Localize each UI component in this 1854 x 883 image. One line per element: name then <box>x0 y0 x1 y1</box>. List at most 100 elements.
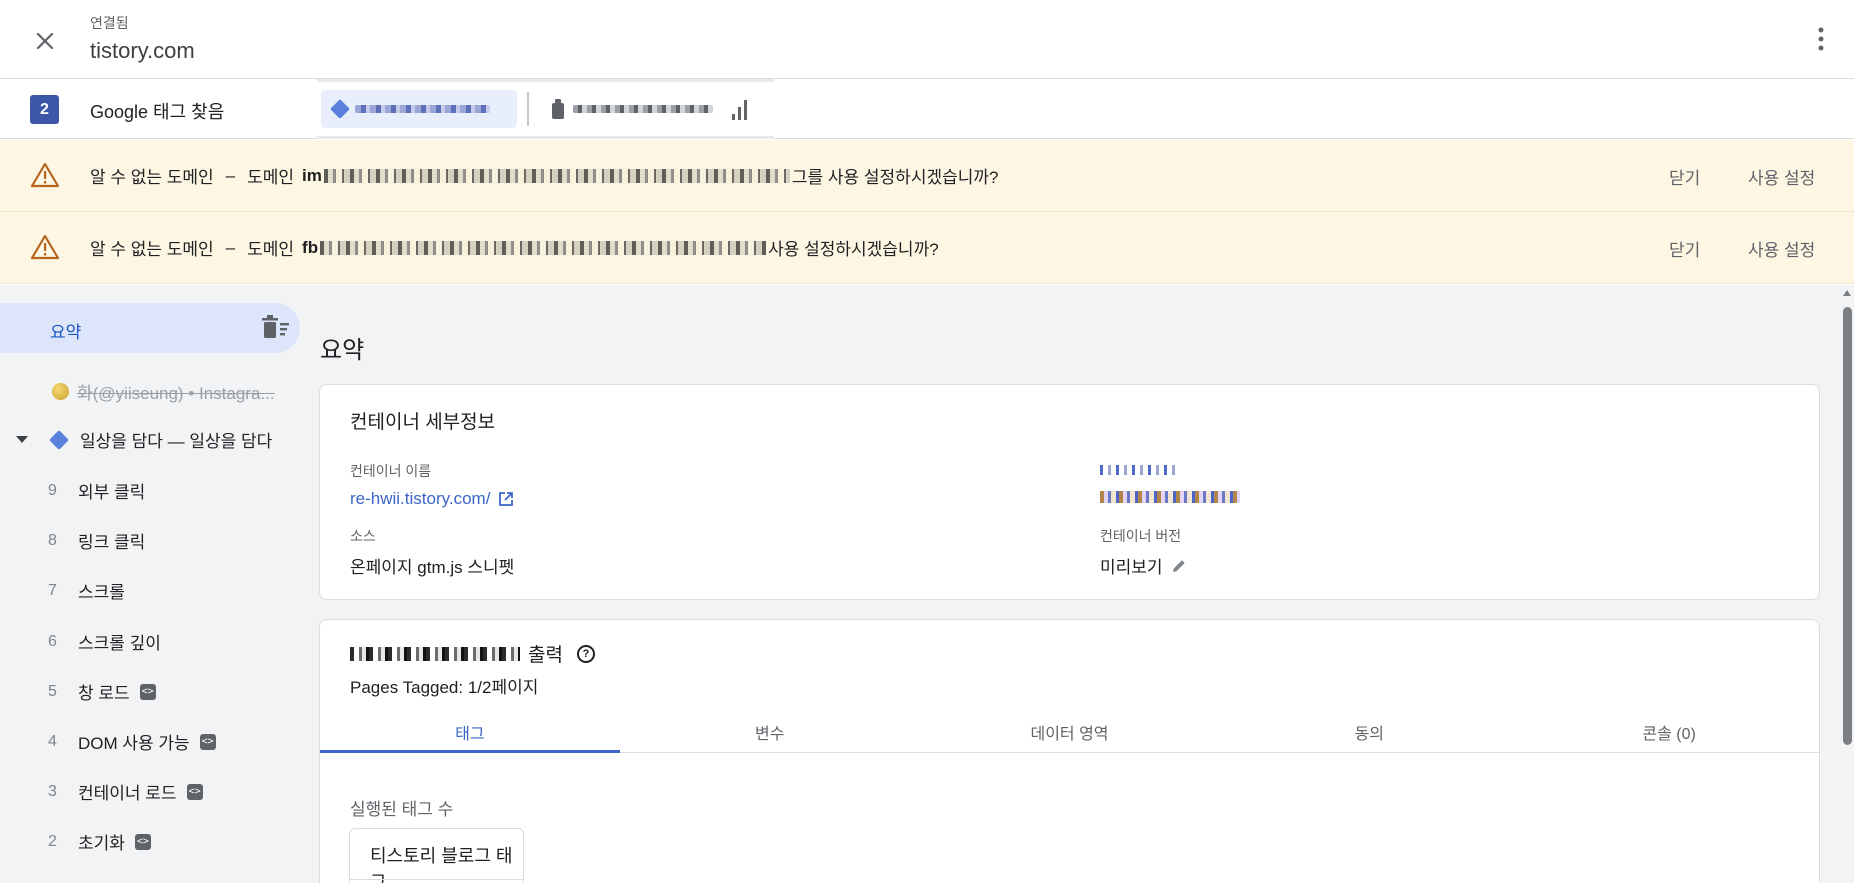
container-name-label: 컨테이너 이름 <box>350 463 432 479</box>
container-version-value: 미리보기 <box>1100 553 1187 578</box>
event-number: 8 <box>48 531 57 549</box>
tab-data-layer[interactable]: 데이터 영역 <box>920 707 1220 752</box>
event-label: 스크롤 <box>78 583 125 602</box>
sidebar-page-current[interactable]: 일상을 담다 — 일상을 담다 <box>16 427 272 452</box>
tags-found-row: 2 Google 태그 찾음 <box>0 79 1854 139</box>
container-output-card: 출력 ? Pages Tagged: 1/2페이지 태그 변수 데이터 영역 동… <box>319 619 1820 883</box>
scrollbar-thumb[interactable] <box>1843 307 1852 745</box>
event-number: 7 <box>48 581 57 599</box>
event-label: 창 로드 <box>78 684 130 703</box>
code-icon: <> <box>134 833 151 850</box>
warning-close-button[interactable]: 닫기 <box>1669 164 1700 189</box>
sidebar-page-label: 일상을 담다 — 일상을 담다 <box>80 432 273 451</box>
output-title: 출력 ? <box>350 640 595 667</box>
event-sidebar: 요약 화(@yiiseung) • Instagra... 일상을 담다 — 일… <box>0 285 310 883</box>
sidebar-event-item[interactable]: 4 DOM 사용 가능 <> <box>48 729 216 754</box>
tab-console[interactable]: 콘솔 (0) <box>1519 707 1819 752</box>
tag-chip-ga[interactable] <box>539 90 759 128</box>
edit-pencil-icon[interactable] <box>1171 558 1187 574</box>
scroll-up-arrow-icon[interactable] <box>1843 290 1851 296</box>
tab-consent[interactable]: 동의 <box>1219 707 1519 752</box>
warning-close-button[interactable]: 닫기 <box>1669 236 1700 261</box>
output-title-suffix: 출력 <box>528 645 563 666</box>
page-favicon <box>52 383 69 400</box>
fired-tag-card[interactable]: 티스토리 블로그 태그 <box>349 828 524 883</box>
event-label: 초기화 <box>78 834 125 853</box>
redacted-container-id-label <box>1100 465 1180 475</box>
sidebar-event-item[interactable]: 8 링크 클릭 <box>48 528 145 553</box>
gtm-diamond-icon <box>49 429 69 450</box>
sidebar-event-item[interactable]: 6 스크롤 깊이 <box>48 629 161 654</box>
sidebar-event-item[interactable]: 9 외부 클릭 <box>48 478 145 503</box>
sidebar-event-item[interactable]: 2 초기화 <> <box>48 829 151 854</box>
warning-domain-start: fb <box>302 237 319 257</box>
tag-count-badge: 2 <box>30 95 59 124</box>
tag-card-divider <box>350 879 523 880</box>
event-label: 링크 클릭 <box>78 533 146 552</box>
close-icon <box>36 32 54 50</box>
connection-status: 연결됨 <box>90 15 129 31</box>
redacted-container-id <box>350 646 520 661</box>
close-button[interactable] <box>28 24 62 58</box>
connected-domain: tistory.com <box>90 38 195 63</box>
help-icon[interactable]: ? <box>576 644 595 663</box>
warning-dash: – <box>225 237 236 257</box>
warning-suffix: 사용 설정하시겠습니까? <box>768 240 939 259</box>
sidebar-event-item[interactable]: 3 컨테이너 로드 <> <box>48 779 203 804</box>
warning-enable-button[interactable]: 사용 설정 <box>1748 236 1815 261</box>
warning-prefix: 도메인 <box>247 168 295 187</box>
warning-title: 알 수 없는 도메인 <box>90 240 214 259</box>
event-label: 외부 클릭 <box>78 483 146 502</box>
gtm-diamond-icon <box>330 99 350 119</box>
container-version-label: 컨테이너 버전 <box>1100 528 1182 544</box>
container-details-card: 컨테이너 세부정보 컨테이너 이름 re-hwii.tistory.com/ 소… <box>319 384 1820 600</box>
delete-sweep-icon[interactable] <box>262 315 290 341</box>
redacted-tag-id <box>573 105 713 113</box>
tag-chip-gtm[interactable] <box>321 90 517 128</box>
container-name-value: re-hwii.tistory.com/ <box>350 489 514 509</box>
code-icon: <> <box>199 733 216 750</box>
event-label: DOM 사용 가능 <box>78 734 190 753</box>
expand-caret-icon[interactable] <box>16 436 28 443</box>
page-title: 요약 <box>320 337 365 364</box>
sidebar-item-summary[interactable]: 요약 <box>0 303 300 353</box>
tags-found-title: Google 태그 찾음 <box>90 102 225 122</box>
container-name-link[interactable]: re-hwii.tistory.com/ <box>350 489 490 509</box>
unknown-domain-warning-2: 알 수 없는 도메인 – 도메인 fb 사용 설정하시겠습니까? 닫기 사용 설… <box>0 212 1854 284</box>
redacted-domain <box>323 168 790 183</box>
code-icon: <> <box>186 783 203 800</box>
redacted-domain <box>320 240 767 255</box>
container-version-text: 미리보기 <box>1100 558 1163 577</box>
chip-divider <box>527 92 529 126</box>
warning-dash: – <box>225 165 236 185</box>
event-number: 6 <box>48 632 57 650</box>
warning-enable-button[interactable]: 사용 설정 <box>1748 164 1815 189</box>
sidebar-page-label: 화(@yiiseung) • Instagra... <box>77 384 275 403</box>
signal-bars-icon <box>732 98 747 120</box>
warning-prefix: 도메인 <box>247 240 295 259</box>
app-header: 연결됨 tistory.com <box>0 0 1854 79</box>
more-options-button[interactable] <box>1806 22 1836 56</box>
tags-fired-label: 실행된 태그 수 <box>350 800 454 819</box>
tag-chip-list <box>317 79 774 139</box>
event-number: 9 <box>48 481 57 499</box>
tag-bag-icon <box>552 99 564 119</box>
tab-tags[interactable]: 태그 <box>320 707 620 753</box>
sidebar-event-item[interactable]: 5 창 로드 <> <box>48 679 156 704</box>
event-number: 5 <box>48 682 57 700</box>
redacted-tag-id <box>355 105 490 113</box>
sidebar-page-instagram[interactable]: 화(@yiiseung) • Instagra... <box>52 379 302 404</box>
fired-tag-label: 티스토리 블로그 태그 <box>370 846 513 883</box>
warning-suffix: 그를 사용 설정하시겠습니까? <box>791 168 999 187</box>
event-number: 3 <box>48 782 57 800</box>
warning-message: 알 수 없는 도메인 – 도메인 im 그를 사용 설정하시겠습니까? <box>90 163 998 188</box>
code-icon: <> <box>139 683 156 700</box>
warning-domain-start: im <box>302 165 322 185</box>
tab-variables[interactable]: 변수 <box>620 707 920 752</box>
warning-title: 알 수 없는 도메인 <box>90 168 214 187</box>
container-details-title: 컨테이너 세부정보 <box>350 412 496 433</box>
sidebar-event-item[interactable]: 7 스크롤 <box>48 578 125 603</box>
warning-icon <box>30 234 60 260</box>
source-label: 소스 <box>350 528 376 544</box>
open-in-new-icon[interactable] <box>498 491 514 507</box>
